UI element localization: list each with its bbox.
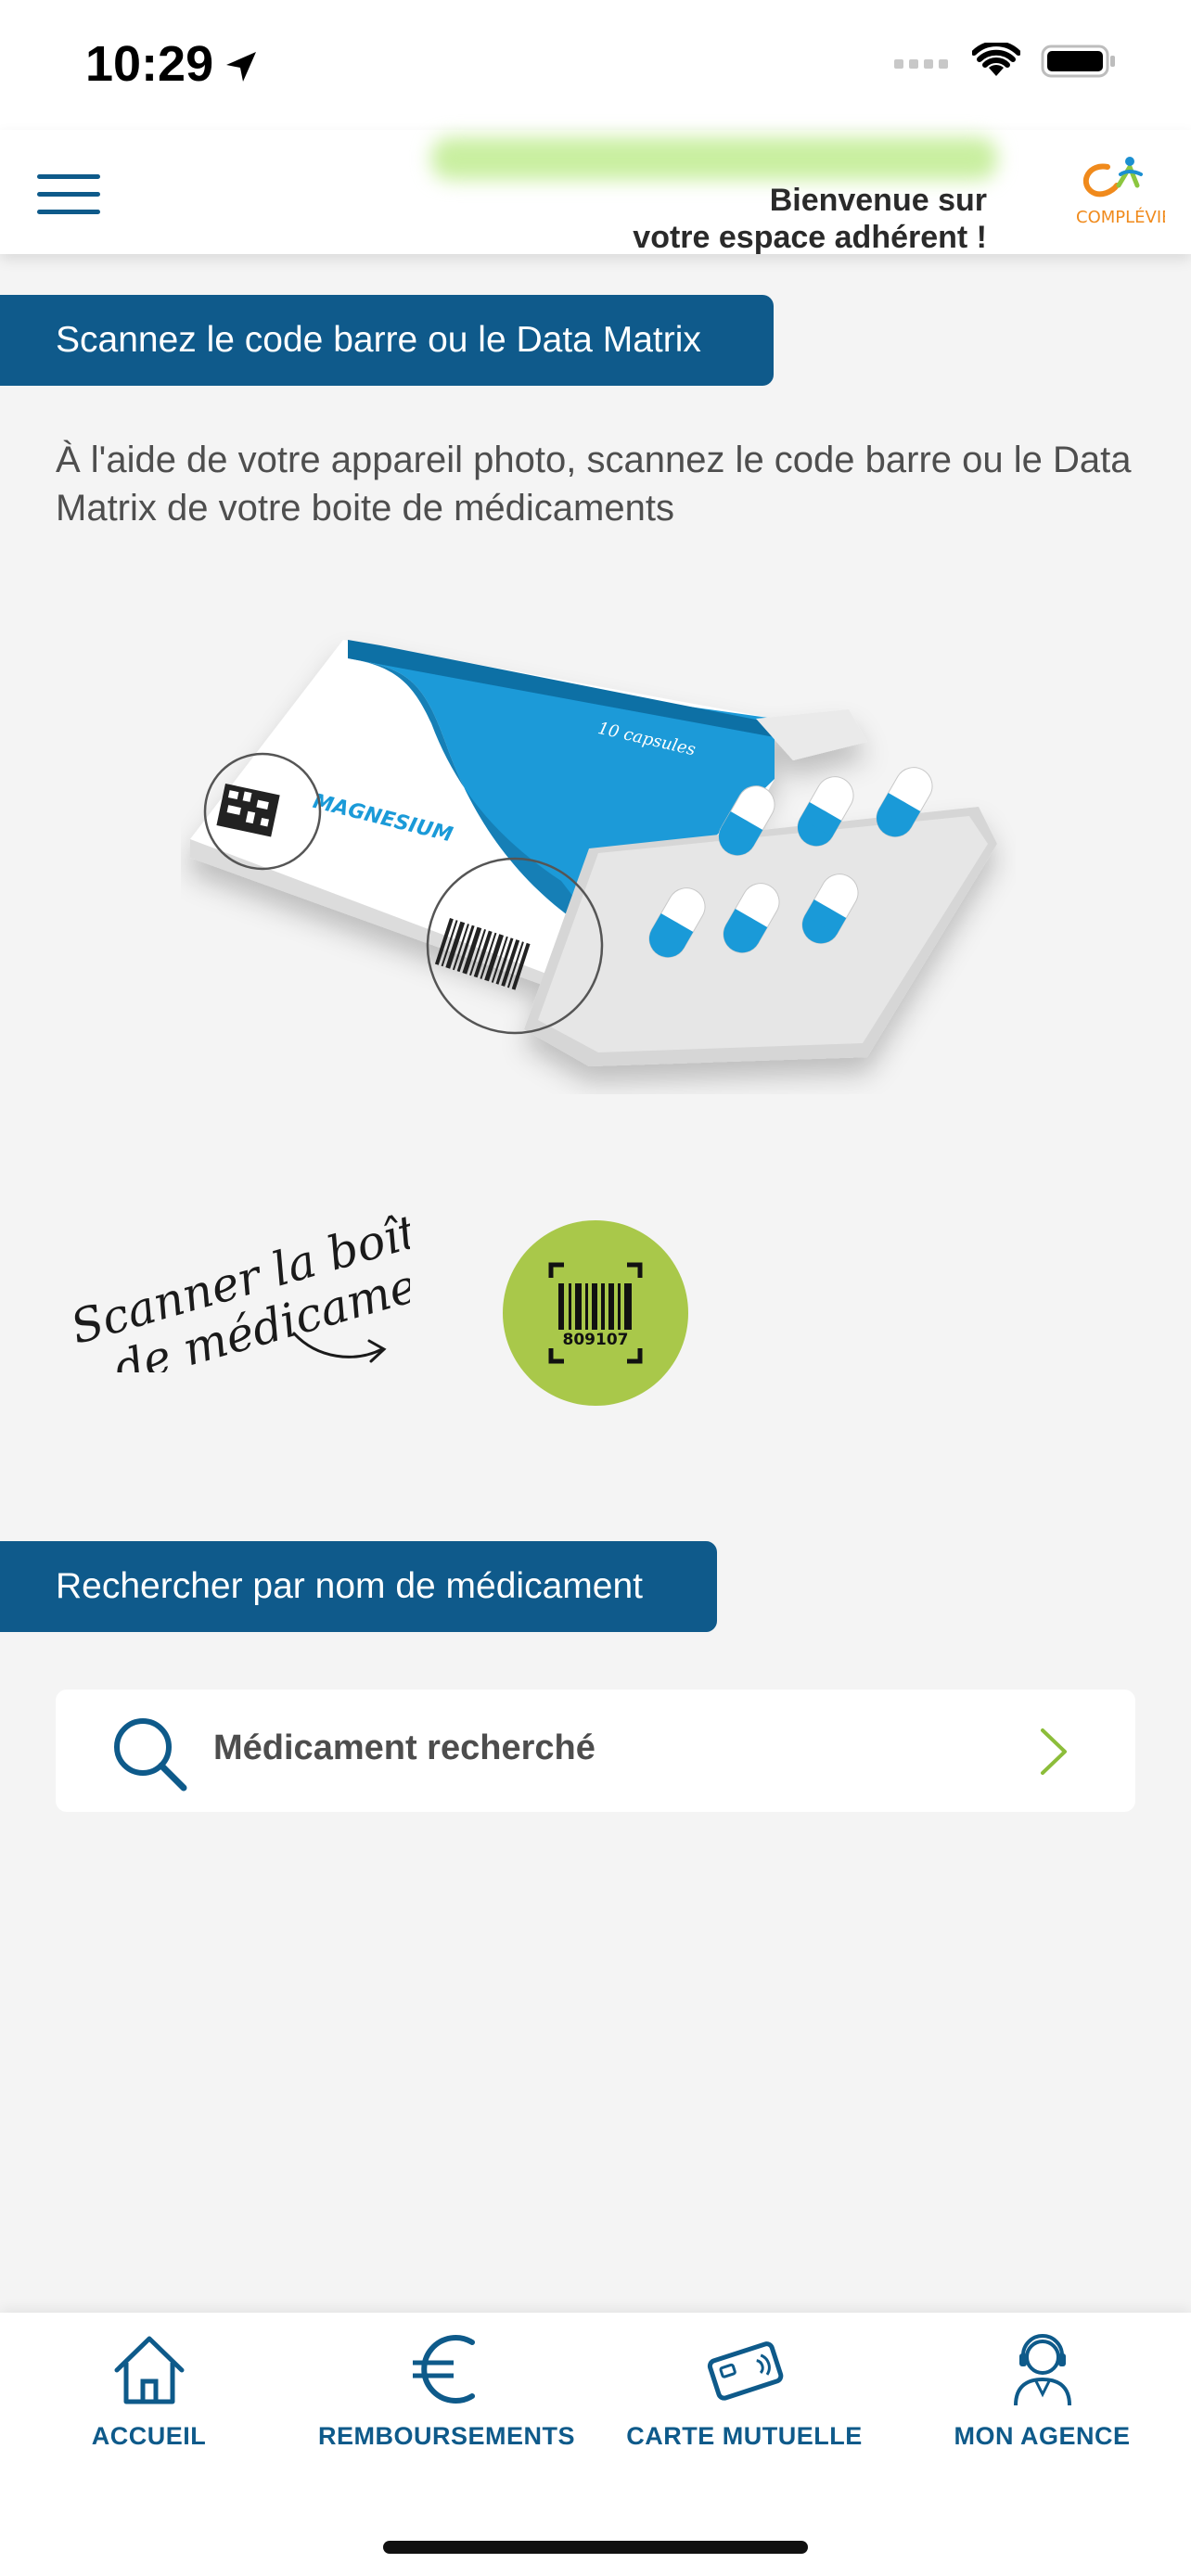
search-icon (114, 1718, 187, 1792)
status-time: 10:29 (85, 36, 214, 92)
scan-section-title: Scannez le code barre ou le Data Matrix (0, 295, 774, 386)
agent-icon (1013, 2334, 1071, 2406)
cellular-signal-icon (894, 59, 948, 69)
tab-remboursements[interactable]: REMBOURSEMENTS (298, 2313, 596, 2489)
status-indicators (894, 43, 1117, 80)
tab-mon-agence[interactable]: MON AGENCE (893, 2313, 1191, 2489)
bottom-tab-bar: ACCUEIL REMBOURSEMENTS CARTE MUTUELLE MO… (0, 2313, 1191, 2576)
scan-caption: Scanner la boîte de médicaments (65, 1197, 410, 1372)
blurred-user-name (431, 137, 997, 180)
welcome-line-1: Bienvenue sur (769, 183, 987, 218)
welcome-message: Bienvenue sur votre espace adhérent ! (633, 182, 987, 256)
tab-label: CARTE MUTUELLE (626, 2422, 863, 2450)
logo-text: COMPLÉVIE (1076, 207, 1165, 227)
wifi-icon (972, 43, 1020, 76)
euro-icon (412, 2335, 475, 2404)
scan-code-text: 809107 (563, 1331, 629, 1349)
location-arrow-icon (226, 52, 256, 82)
status-bar: 10:29 (0, 0, 1191, 130)
tab-label: REMBOURSEMENTS (317, 2422, 575, 2450)
tab-accueil[interactable]: ACCUEIL (0, 2313, 298, 2489)
medicine-box-illustration: 10 capsules MAGNESIUM (190, 640, 997, 1066)
scan-instructions: À l'aide de votre appareil photo, scanne… (56, 440, 1132, 529)
scan-barcode-button[interactable]: 809107 (503, 1220, 688, 1406)
home-icon (114, 2336, 184, 2404)
search-section-title: Rechercher par nom de médicament (0, 1541, 717, 1632)
medication-search-field[interactable]: Médicament recherché (56, 1690, 1135, 1812)
welcome-line-2: votre espace adhérent ! (633, 220, 987, 255)
complevie-logo: COMPLÉVIE (1076, 157, 1165, 227)
tab-carte-mutuelle[interactable]: CARTE MUTUELLE (596, 2313, 893, 2489)
barcode-scan-icon: 809107 (548, 1262, 643, 1364)
search-field-label: Médicament recherché (213, 1728, 596, 1767)
tab-label: ACCUEIL (91, 2422, 207, 2450)
app-header: Bienvenue sur votre espace adhérent ! CO… (0, 130, 1191, 256)
home-indicator (383, 2541, 808, 2554)
menu-icon[interactable] (37, 174, 100, 215)
chevron-right-icon (1041, 1728, 1067, 1775)
battery-icon (1041, 45, 1115, 78)
tab-label: MON AGENCE (954, 2422, 1131, 2450)
card-icon (707, 2341, 783, 2401)
